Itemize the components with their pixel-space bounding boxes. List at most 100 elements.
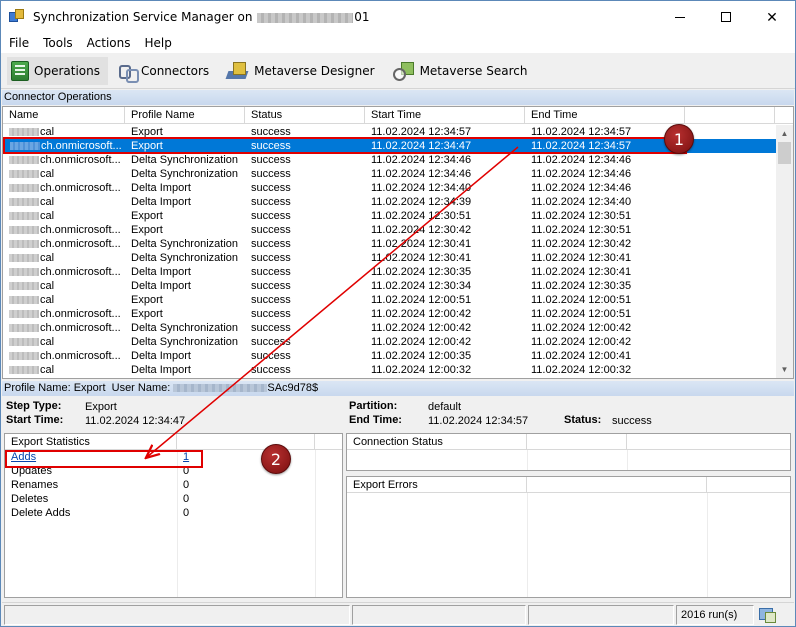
table-row[interactable]: cal Delta Import success 11.02.2024 12:00:3… xyxy=(3,363,777,377)
status-bar-cell-2 xyxy=(352,605,526,625)
table-row[interactable]: ch.onmicrosoft... Delta Synchronization su… xyxy=(3,153,777,167)
cell-profile-name: Export xyxy=(131,294,163,306)
menu-actions[interactable]: Actions xyxy=(80,36,138,50)
menu-tools[interactable]: Tools xyxy=(36,36,80,50)
column-header-status[interactable]: Status xyxy=(245,107,365,124)
operations-vertical-scrollbar[interactable]: ▲ ▼ xyxy=(776,125,793,378)
table-row[interactable]: cal Delta Synchronization success 11.02.202… xyxy=(3,335,777,349)
cell-profile-name: Delta Synchronization xyxy=(131,336,239,348)
status-value: success xyxy=(612,415,652,427)
export-statistics-header-row: Export Statistics xyxy=(5,434,342,450)
column-header-start-time[interactable]: Start Time xyxy=(365,107,525,124)
redacted-connector-name xyxy=(9,254,39,263)
operations-button[interactable]: Operations xyxy=(7,56,108,85)
cell-name: ch.onmicrosoft... xyxy=(3,321,125,335)
cell-profile-name: Delta Synchronization xyxy=(131,168,239,180)
table-row[interactable]: ch.onmicrosoft... Delta Import success 11.0… xyxy=(3,181,777,195)
profile-name-value: Export xyxy=(73,382,106,394)
cell-profile-name: Delta Synchronization xyxy=(131,322,239,334)
redacted-connector-name xyxy=(9,184,39,193)
cell-end-time: 11.02.2024 12:30:51 xyxy=(531,224,632,236)
export-errors-col2-header[interactable] xyxy=(527,477,707,492)
cell-status: success xyxy=(251,252,291,264)
table-row[interactable]: cal Delta Import success 11.02.2024 12:34:3… xyxy=(3,195,777,209)
cell-status: success xyxy=(251,280,291,292)
column-header-filler xyxy=(685,107,775,124)
scroll-thumb[interactable] xyxy=(778,142,791,164)
profile-summary-line: Profile Name: Export User Name: SAc9d78$ xyxy=(2,381,794,396)
table-row[interactable]: ch.onmicrosoft... Delta Import success 11.0… xyxy=(3,349,777,363)
table-row[interactable]: ch.onmicrosoft... Delta Synchronization su… xyxy=(3,237,777,251)
metaverse-search-button[interactable]: Metaverse Search xyxy=(389,57,536,85)
column-header-profile-name[interactable]: Profile Name xyxy=(125,107,245,124)
table-row[interactable]: ch.onmicrosoft... Export success 11.02.2024… xyxy=(3,223,777,237)
redacted-connector-name xyxy=(9,338,39,347)
stat-value: 0 xyxy=(183,507,190,519)
stat-row-renames: Renames 0 xyxy=(5,478,342,492)
table-row[interactable]: cal Export success 11.02.2024 12:00:51 11.02… xyxy=(3,293,777,307)
export-statistics-header[interactable]: Export Statistics xyxy=(5,434,177,449)
cell-status: success xyxy=(251,182,291,194)
stat-name: Deletes xyxy=(11,493,49,505)
column-header-end-time[interactable]: End Time xyxy=(525,107,685,124)
operations-rows: cal Export success 11.02.2024 12:34:57 11.02… xyxy=(3,125,777,377)
scroll-up-icon[interactable]: ▲ xyxy=(776,125,793,142)
metaverse-designer-button[interactable]: Metaverse Designer xyxy=(223,57,382,85)
user-name-value: SAc9d78$ xyxy=(267,382,319,394)
cell-profile-name: Delta Import xyxy=(131,350,191,362)
export-errors-header[interactable]: Export Errors xyxy=(347,477,527,492)
grid-line xyxy=(527,493,528,597)
close-button[interactable]: ✕ xyxy=(749,1,795,33)
cell-start-time: 11.02.2024 12:34:40 xyxy=(371,182,472,194)
cell-name: cal xyxy=(3,293,125,307)
connection-status-col3-header xyxy=(627,434,790,449)
cell-end-time: 11.02.2024 12:30:41 xyxy=(531,252,632,264)
cell-end-time: 11.02.2024 12:00:41 xyxy=(531,350,632,362)
cell-start-time: 11.02.2024 12:00:32 xyxy=(371,364,472,376)
export-statistics-value-header[interactable] xyxy=(177,434,315,449)
cell-name: ch.onmicrosoft... xyxy=(3,181,125,195)
connection-status-header-row: Connection Status xyxy=(347,434,790,450)
table-row[interactable]: cal Delta Synchronization success 11.02.202… xyxy=(3,167,777,181)
connection-status-header[interactable]: Connection Status xyxy=(347,434,527,449)
cell-start-time: 11.02.2024 12:34:46 xyxy=(371,154,472,166)
cell-profile-name: Export xyxy=(131,224,163,236)
start-time-label: Start Time: xyxy=(6,414,64,426)
scroll-down-icon[interactable]: ▼ xyxy=(776,361,793,378)
grid-line xyxy=(527,450,528,470)
cell-profile-name: Delta Synchronization xyxy=(131,154,239,166)
table-row[interactable]: ch.onmicrosoft... Delta Import success 11.0… xyxy=(3,265,777,279)
metaverse-search-label: Metaverse Search xyxy=(419,63,528,78)
column-header-name[interactable]: Name xyxy=(3,107,125,124)
export-errors-table: Export Errors xyxy=(346,476,791,598)
cell-status: success xyxy=(251,168,291,180)
annotation-marker-1: 1 xyxy=(664,124,694,154)
cell-end-time: 11.02.2024 12:00:42 xyxy=(531,336,632,348)
connectors-button[interactable]: Connectors xyxy=(114,57,217,85)
table-row[interactable]: cal Delta Import success 11.02.2024 12:30:3… xyxy=(3,279,777,293)
cell-name: ch.onmicrosoft... xyxy=(3,237,125,251)
redacted-server-name xyxy=(257,12,354,23)
table-row[interactable]: ch.onmicrosoft... Export success 11.02.2024… xyxy=(3,307,777,321)
menu-file[interactable]: File xyxy=(2,36,36,50)
stat-name: Delete Adds xyxy=(11,507,71,519)
stat-value: 0 xyxy=(183,493,190,505)
redacted-connector-name xyxy=(9,128,39,137)
cell-profile-name: Delta Import xyxy=(131,364,191,376)
maximize-button[interactable] xyxy=(703,1,749,33)
table-row[interactable]: ch.onmicrosoft... Delta Synchronization su… xyxy=(3,321,777,335)
minimize-button[interactable] xyxy=(657,1,703,33)
menu-help[interactable]: Help xyxy=(138,36,179,50)
cell-profile-name: Delta Import xyxy=(131,266,191,278)
redacted-user-name xyxy=(173,384,268,393)
table-row[interactable]: cal Export success 11.02.2024 12:30:51 11.02… xyxy=(3,209,777,223)
step-type-value: Export xyxy=(85,401,117,413)
connection-status-col2-header[interactable] xyxy=(527,434,627,449)
cell-start-time: 11.02.2024 12:00:35 xyxy=(371,350,472,362)
cell-end-time: 11.02.2024 12:00:51 xyxy=(531,294,632,306)
cell-name: cal xyxy=(3,209,125,223)
cell-start-time: 11.02.2024 12:34:39 xyxy=(371,196,472,208)
table-row[interactable]: cal Delta Synchronization success 11.02.202… xyxy=(3,251,777,265)
cell-end-time: 11.02.2024 12:00:42 xyxy=(531,322,632,334)
user-name-label: User Name: xyxy=(111,382,171,394)
